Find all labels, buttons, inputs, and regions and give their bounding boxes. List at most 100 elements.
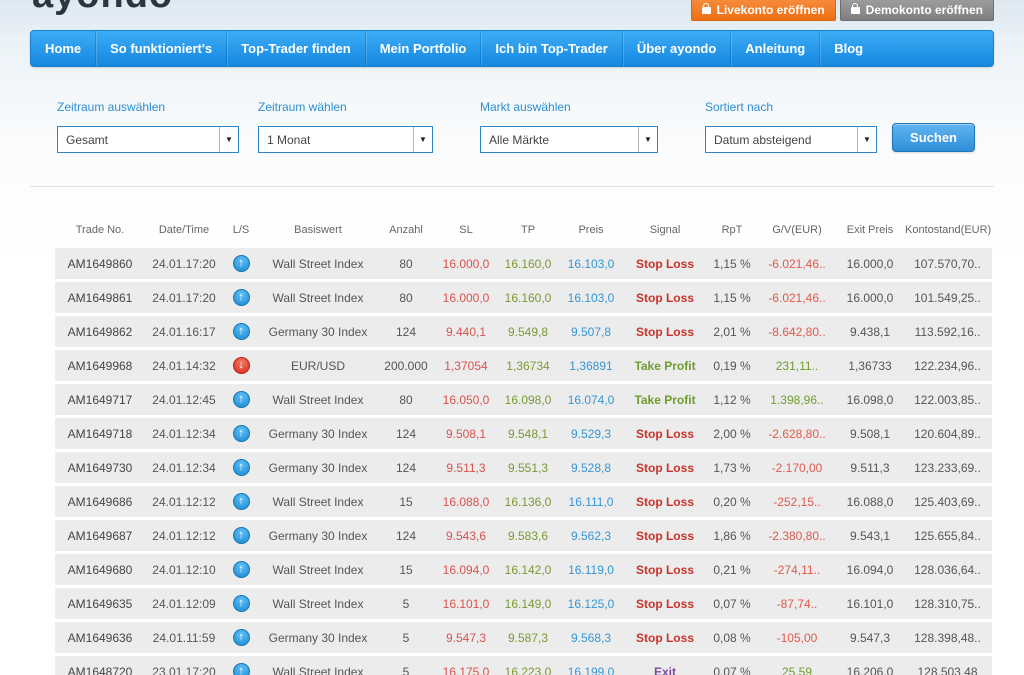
cell-datetime: 23.01.17:20 [145,656,223,675]
cell-kontostand: 125.655,84.. [903,520,992,551]
cell-anzahl: 124 [377,520,435,551]
cell-sl: 16.094,0 [435,554,497,585]
nav-item-home[interactable]: Home [31,31,96,66]
zeitraum-waehlen-dropdown[interactable]: 1 Monat▼ [258,126,433,153]
long-up-arrow-icon: ↑ [233,255,250,272]
long-up-arrow-icon: ↑ [233,459,250,476]
dropdown-selected-value: Datum absteigend [706,127,857,152]
cell-kontostand: 128.398,48.. [903,622,992,653]
cell-anzahl: 5 [377,656,435,675]
nav-item-top-trader-finden[interactable]: Top-Trader finden [227,31,366,66]
cell-anzahl: 5 [377,588,435,619]
search-button[interactable]: Suchen [892,123,975,152]
cell-trade-no: AM1648720 [55,656,145,675]
cell-signal: Exit [623,656,707,675]
cell-gv: -6.021,46.. [757,282,837,313]
trade-row: AM164968624.01.12:12↑Wall Street Index15… [55,486,992,517]
cell-rpt: 0,07 % [707,656,757,675]
trade-row: AM164986224.01.16:17↑Germany 30 Index124… [55,316,992,347]
cell-gv: 25,59 [757,656,837,675]
cell-anzahl: 15 [377,554,435,585]
open-demo-account-button[interactable]: Demokonto eröffnen [840,0,994,21]
cell-kontostand: 123.233,69.. [903,452,992,483]
cell-gv: -105,00 [757,622,837,653]
cell-direction: ↑ [223,656,259,675]
column-header-signal: Signal [623,213,707,245]
cell-direction: ↑ [223,418,259,449]
column-header-l-s: L/S [223,213,259,245]
cell-anzahl: 80 [377,384,435,415]
cell-rpt: 0,20 % [707,486,757,517]
cell-direction: ↑ [223,622,259,653]
cell-sl: 9.543,6 [435,520,497,551]
cell-sl: 16.000,0 [435,248,497,279]
filter-sortiert-nach: Sortiert nachDatum absteigend▼ [705,100,877,114]
cell-signal: Stop Loss [623,588,707,619]
cell-direction: ↑ [223,486,259,517]
cell-exit-preis: 16.098,0 [837,384,903,415]
cell-trade-no: AM1649730 [55,452,145,483]
zeitraum-auswaehlen-dropdown[interactable]: Gesamt▼ [57,126,239,153]
nav-item-mein-portfolio[interactable]: Mein Portfolio [366,31,482,66]
long-up-arrow-icon: ↑ [233,561,250,578]
cell-trade-no: AM1649862 [55,316,145,347]
cell-exit-preis: 16.094,0 [837,554,903,585]
cell-rpt: 0,21 % [707,554,757,585]
cell-sl: 16.050,0 [435,384,497,415]
cell-direction: ↓ [223,350,259,381]
cell-kontostand: 128.036,64.. [903,554,992,585]
cell-trade-no: AM1649717 [55,384,145,415]
cell-signal: Stop Loss [623,282,707,313]
cell-signal: Stop Loss [623,622,707,653]
nav-item-so-funktioniert-s[interactable]: So funktioniert's [96,31,227,66]
cell-anzahl: 124 [377,316,435,347]
cell-datetime: 24.01.17:20 [145,248,223,279]
cell-rpt: 2,01 % [707,316,757,347]
cell-anzahl: 200.000 [377,350,435,381]
cell-gv: -252,15.. [757,486,837,517]
table-head: Trade No.Date/TimeL/SBasiswertAnzahlSLTP… [55,213,992,245]
cell-tp: 16.136,0 [497,486,559,517]
cell-trade-no: AM1649636 [55,622,145,653]
long-up-arrow-icon: ↑ [233,629,250,646]
cell-kontostand: 120.604,89.. [903,418,992,449]
column-header-exit-preis: Exit Preis [837,213,903,245]
open-live-account-button[interactable]: Livekonto eröffnen [691,0,836,21]
cell-direction: ↑ [223,588,259,619]
cell-anzahl: 124 [377,418,435,449]
cell-tp: 9.549,8 [497,316,559,347]
cell-preis: 9.528,8 [559,452,623,483]
nav-item-ich-bin-top-trader[interactable]: Ich bin Top-Trader [481,31,622,66]
cell-basiswert: Germany 30 Index [259,520,377,551]
cell-gv: -2.170,00 [757,452,837,483]
cell-rpt: 1,86 % [707,520,757,551]
long-up-arrow-icon: ↑ [233,425,250,442]
cell-preis: 9.529,3 [559,418,623,449]
filter-label-zeitraum-auswaehlen: Zeitraum auswählen [57,100,239,114]
column-header-kontostand-eur: Kontostand(EUR) [903,213,992,245]
nav-item-blog[interactable]: Blog [820,31,877,66]
cell-tp: 16.160,0 [497,248,559,279]
cell-tp: 16.149,0 [497,588,559,619]
cell-signal: Stop Loss [623,452,707,483]
cell-rpt: 0,19 % [707,350,757,381]
long-up-arrow-icon: ↑ [233,595,250,612]
ayondo-logo[interactable]: ayondo [32,0,173,17]
trade-row: AM164973024.01.12:34↑Germany 30 Index124… [55,452,992,483]
markt-auswaehlen-dropdown[interactable]: Alle Märkte▼ [480,126,658,153]
trade-row: AM164963524.01.12:09↑Wall Street Index51… [55,588,992,619]
cell-direction: ↑ [223,384,259,415]
nav-item-ueber-ayondo[interactable]: Über ayondo [623,31,731,66]
cell-preis: 16.074,0 [559,384,623,415]
cell-basiswert: Germany 30 Index [259,452,377,483]
cell-exit-preis: 16.000,0 [837,248,903,279]
cell-rpt: 2,00 % [707,418,757,449]
sortiert-nach-dropdown[interactable]: Datum absteigend▼ [705,126,877,153]
cell-basiswert: Wall Street Index [259,248,377,279]
short-down-arrow-icon: ↓ [233,357,250,374]
cell-tp: 9.551,3 [497,452,559,483]
cell-sl: 16.101,0 [435,588,497,619]
cell-datetime: 24.01.12:12 [145,520,223,551]
nav-item-anleitung[interactable]: Anleitung [731,31,820,66]
cell-direction: ↑ [223,554,259,585]
